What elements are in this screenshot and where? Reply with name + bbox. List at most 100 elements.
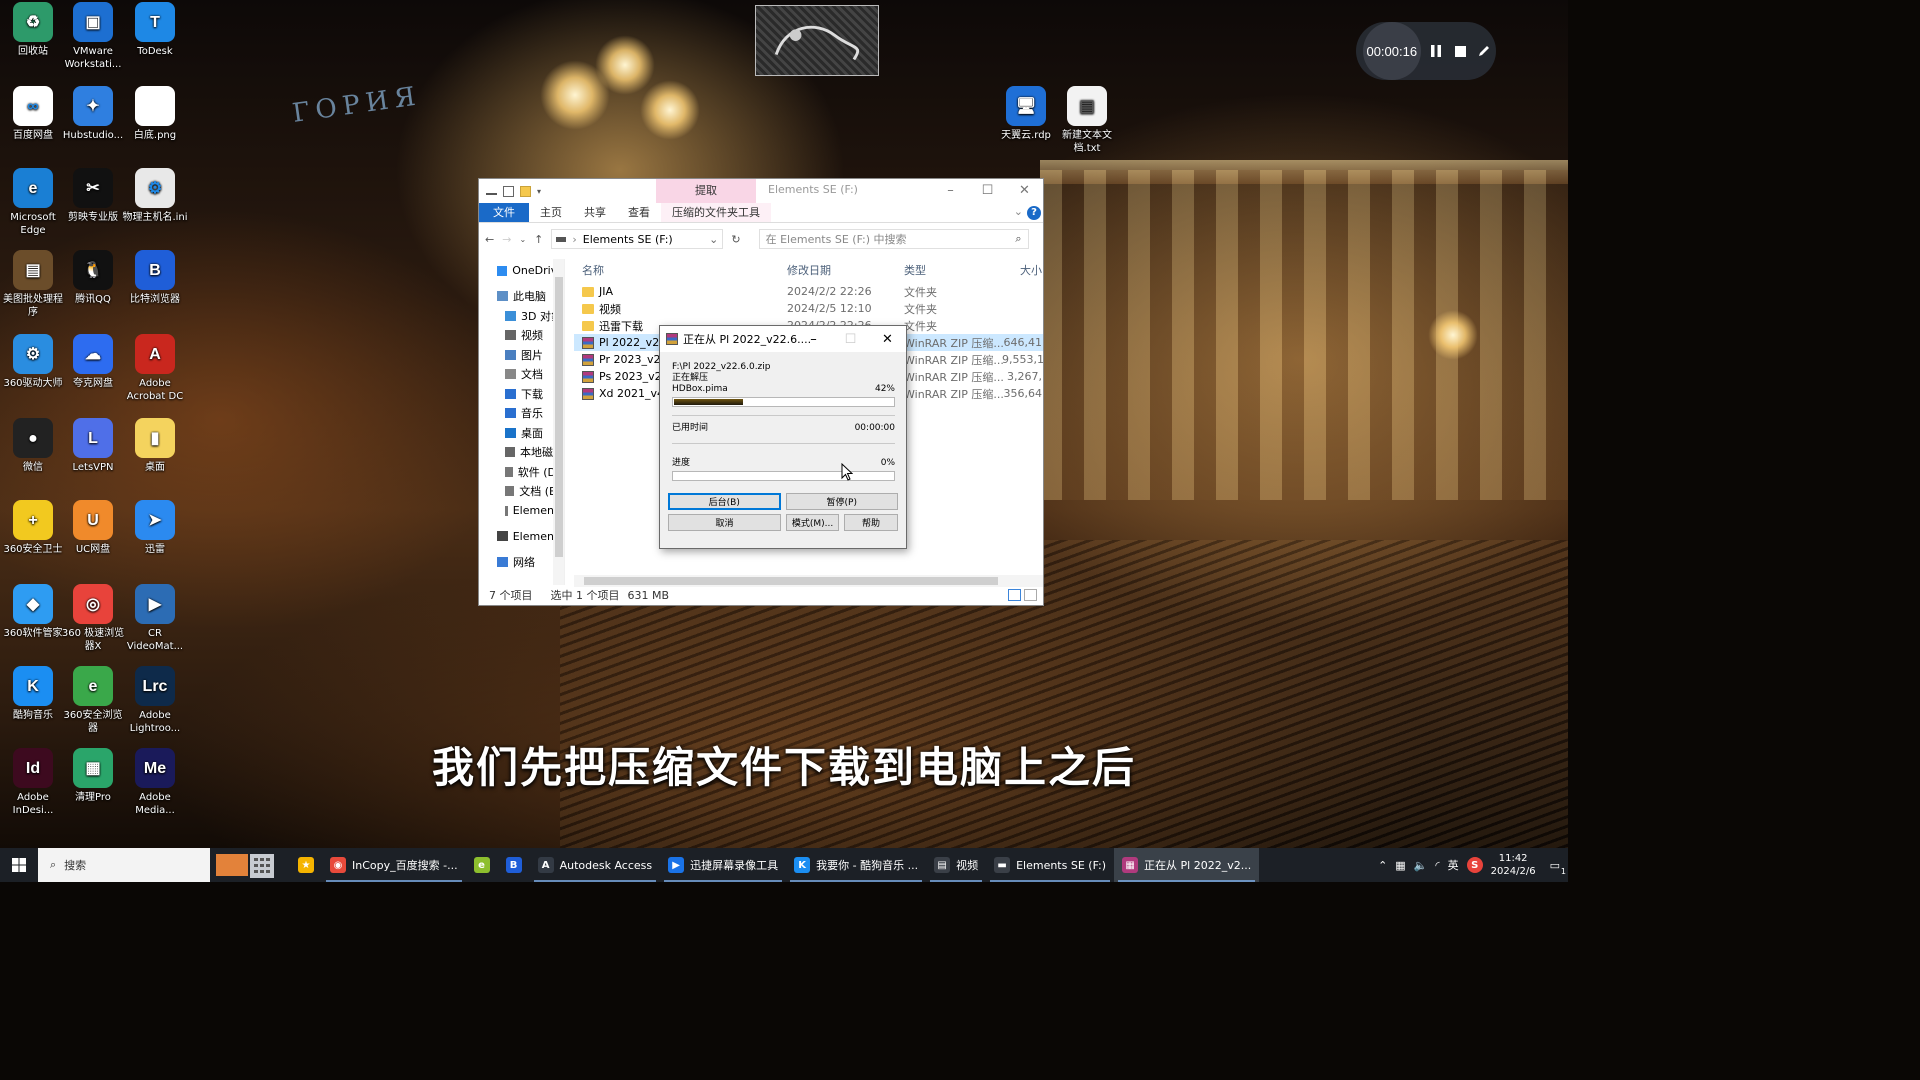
taskbar-app[interactable]: ▶ 迅捷屏幕录像工具 — [660, 848, 786, 882]
desktop-icon[interactable]: ☁ 夸克网盘 — [60, 334, 126, 390]
back-arrow-icon[interactable]: ← — [485, 233, 494, 246]
desktop-icon[interactable]: ⚙ 360驱动大师 — [0, 334, 66, 390]
tab-view[interactable]: 查看 — [617, 203, 661, 222]
nav-item-icon — [497, 265, 508, 276]
desktop-icon[interactable]: ◆ 360软件管家 — [0, 584, 66, 640]
stop-icon[interactable] — [1448, 39, 1472, 63]
sogou-ime-icon[interactable]: S — [1466, 857, 1483, 873]
file-percent: 42% — [874, 384, 895, 394]
mode-button[interactable]: 模式(M)... — [786, 514, 839, 531]
desktop-icon[interactable]: A Adobe Acrobat DC — [122, 334, 188, 403]
tray-expand-icon[interactable]: ⌃ — [1378, 859, 1387, 872]
desktop-icon[interactable]: ✦ Hubstudio... — [60, 86, 126, 142]
notification-center-icon[interactable]: ▭ 1 — [1550, 859, 1566, 876]
pause-button[interactable]: 暂停(P) — [785, 493, 898, 510]
column-name[interactable]: 名称 — [574, 262, 787, 278]
desktop-icon[interactable]: +360安全卫士 — [0, 500, 66, 556]
taskbar: ⌕ 搜索 ★ ◉ InCopy_百度搜索 -... e B A Autodesk Acce… — [0, 848, 1568, 882]
column-type[interactable]: 类型 — [904, 262, 1002, 278]
column-size[interactable]: 大小 — [1002, 262, 1042, 278]
tab-home[interactable]: 主页 — [529, 203, 573, 222]
address-field[interactable]: › Elements SE (F:) ⌄ — [551, 229, 724, 249]
taskbar-app[interactable]: ◉ InCopy_百度搜索 -... — [322, 848, 466, 882]
desktop-icon[interactable]: ▤ 美图批处理程序 — [0, 250, 66, 319]
desktop-icon[interactable]: 白底.png — [122, 86, 188, 142]
pen-icon[interactable] — [1472, 39, 1496, 63]
dialog-close-button[interactable]: ✕ — [869, 326, 906, 352]
desktop-icon[interactable]: ⚙ 物理主机名.ini — [122, 168, 188, 224]
desktop-icon[interactable]: U UC网盘 — [60, 500, 126, 556]
properties-icon[interactable] — [503, 185, 514, 197]
ime-indicator[interactable]: 英 — [1448, 857, 1459, 873]
window-menu-icon[interactable] — [486, 192, 497, 195]
desktop-icon[interactable]: ✂ 剪映专业版 — [60, 168, 126, 224]
app-icon: ▣ — [73, 2, 113, 42]
file-row[interactable]: JIA 2024/2/2 22:26 文件夹 — [574, 283, 1043, 300]
taskbar-app[interactable]: A Autodesk Access — [530, 848, 661, 882]
tray-app-icon[interactable]: ▦ — [1395, 859, 1405, 872]
dialog-minimize-button[interactable]: – — [795, 326, 832, 352]
desktop-icon[interactable]: ♻ 回收站 — [0, 2, 66, 58]
desktop-icon[interactable]: K 酷狗音乐 — [0, 666, 66, 722]
pause-icon[interactable] — [1425, 39, 1449, 63]
column-date[interactable]: 修改日期 — [787, 262, 904, 278]
tab-share[interactable]: 共享 — [573, 203, 617, 222]
up-arrow-icon[interactable]: ↑ — [534, 233, 543, 246]
taskbar-app[interactable]: B — [498, 848, 530, 882]
taskbar-search-highlight-widget[interactable] — [210, 848, 290, 882]
taskbar-app[interactable]: e — [466, 848, 498, 882]
desktop-icon[interactable]: 🐧 腾讯QQ — [60, 250, 126, 306]
taskbar-app[interactable]: ▤ 视频 — [926, 848, 986, 882]
desktop-icon[interactable]: ● 微信 — [0, 418, 66, 474]
details-view-icon[interactable] — [1008, 589, 1021, 601]
cancel-button[interactable]: 取消 — [668, 514, 781, 531]
tab-compressed-folder-tools[interactable]: 压缩的文件夹工具 — [661, 203, 771, 222]
taskbar-app[interactable]: ▦ 正在从 Pl 2022_v2... — [1114, 848, 1260, 882]
desktop-icon[interactable]: L LetsVPN — [60, 418, 126, 474]
desktop-icon[interactable]: ◎ 360 极速浏览器X — [60, 584, 126, 653]
taskbar-pinned-app[interactable]: ★ — [290, 848, 322, 882]
desktop-icon[interactable]: Lrc Adobe Lightroo... — [122, 666, 188, 735]
desktop-icon[interactable]: B 比特浏览器 — [122, 250, 188, 306]
taskbar-app[interactable]: ▬ Elements SE (F:) — [986, 848, 1114, 882]
desktop-icon[interactable]: ▮ 桌面 — [122, 418, 188, 474]
desktop-icon[interactable]: ▤ 新建文本文档.txt — [1054, 86, 1120, 155]
close-button[interactable]: ✕ — [1006, 179, 1043, 201]
desktop-icon[interactable]: ∞ 百度网盘 — [0, 86, 66, 142]
ribbon-expand-icon[interactable]: ⌄ — [1014, 205, 1023, 218]
recent-locations-icon[interactable]: ⌄ — [519, 235, 526, 244]
network-icon[interactable]: ◜ — [1435, 859, 1439, 872]
help-icon[interactable]: ? — [1027, 206, 1041, 220]
nav-scrollbar[interactable] — [553, 259, 564, 585]
desktop-icon[interactable]: ➤ 迅雷 — [122, 500, 188, 556]
desktop-thumbnail-image[interactable] — [755, 5, 879, 76]
desktop-icon[interactable]: ▶ CR VideoMat... — [122, 584, 188, 653]
file-row[interactable]: 视频 2024/2/5 12:10 文件夹 — [574, 300, 1043, 317]
desktop-icon[interactable]: 🖥 天翼云.rdp — [993, 86, 1059, 142]
tab-extract-context[interactable]: 提取 — [656, 179, 756, 203]
app-icon: e — [13, 168, 53, 208]
forward-arrow-icon[interactable]: → — [502, 233, 511, 246]
quick-access-dropdown-icon[interactable]: ▾ — [537, 187, 541, 196]
desktop-icon-label: 360安全卫士 — [3, 544, 63, 555]
maximize-button[interactable]: ☐ — [969, 179, 1006, 201]
clock[interactable]: 11:42 2024/2/6 — [1491, 852, 1536, 878]
desktop-icon[interactable]: e 360安全浏览器 — [60, 666, 126, 735]
taskbar-search-box[interactable]: ⌕ 搜索 — [38, 848, 210, 882]
minimize-button[interactable]: – — [932, 179, 969, 201]
tab-file[interactable]: 文件 — [479, 203, 529, 222]
volume-icon[interactable]: 🔈 — [1414, 859, 1428, 872]
desktop-icon[interactable]: e Microsoft Edge — [0, 168, 66, 237]
background-button[interactable]: 后台(B) — [668, 493, 781, 510]
desktop-icon[interactable]: ▣ VMware Workstati... — [60, 2, 126, 71]
desktop-icon[interactable]: T ToDesk — [122, 2, 188, 58]
refresh-icon[interactable]: ↻ — [731, 233, 740, 246]
start-button[interactable] — [0, 848, 38, 882]
desktop-icon-label: Hubstudio... — [62, 130, 124, 141]
address-dropdown-icon[interactable]: ⌄ — [709, 233, 718, 246]
taskbar-app[interactable]: K 我要你 - 酷狗音乐 ... — [786, 848, 926, 882]
help-button[interactable]: 帮助 — [844, 514, 898, 531]
search-input[interactable]: 在 Elements SE (F:) 中搜索 ⌕ — [758, 229, 1029, 249]
large-icons-view-icon[interactable] — [1024, 589, 1037, 601]
new-folder-icon[interactable] — [520, 185, 531, 197]
